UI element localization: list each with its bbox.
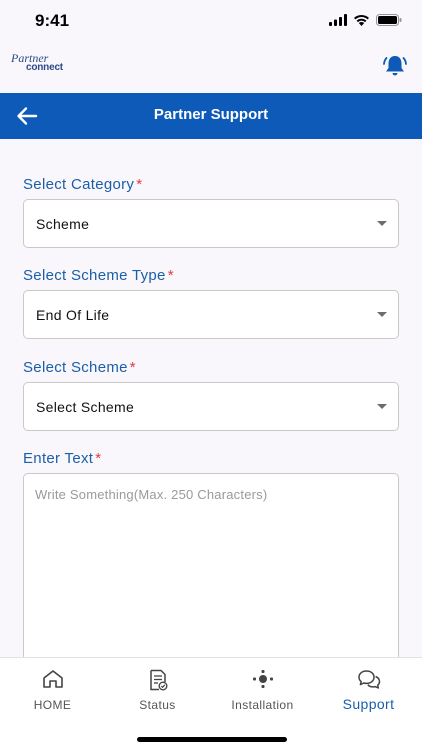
nav-label-status: Status: [139, 698, 176, 712]
support-text-input[interactable]: [23, 473, 399, 661]
scheme-select[interactable]: Select Scheme: [23, 382, 399, 431]
nav-item-home[interactable]: HOME: [0, 658, 105, 718]
scheme-value: Select Scheme: [36, 399, 135, 415]
nav-item-support[interactable]: Support: [316, 658, 421, 718]
wifi-icon: [354, 15, 369, 26]
required-mark: *: [136, 176, 143, 193]
scheme-type-label: Select Scheme Type *: [23, 267, 174, 284]
document-status-icon: [147, 669, 169, 696]
required-mark: *: [129, 359, 136, 376]
app-header: Partner connect: [0, 44, 422, 93]
nav-label-home: HOME: [33, 698, 72, 712]
battery-icon: [376, 14, 402, 26]
nav-label-installation: Installation: [231, 698, 294, 712]
scheme-label-text: Select Scheme: [23, 359, 128, 376]
scheme-type-select[interactable]: End Of Life: [23, 290, 399, 339]
scheme-label: Select Scheme *: [23, 359, 136, 376]
category-select[interactable]: Scheme: [23, 199, 399, 248]
status-icons: [329, 14, 402, 26]
title-bar: Partner Support: [0, 93, 422, 139]
category-value: Scheme: [36, 216, 90, 232]
text-label-text: Enter Text: [23, 450, 94, 467]
chat-bubbles-icon: [357, 669, 381, 696]
partner-connect-logo: Partner connect: [11, 52, 63, 73]
nav-label-support: Support: [342, 696, 395, 712]
dropdown-arrow-icon: [377, 312, 387, 317]
scheme-type-label-text: Select Scheme Type: [23, 267, 166, 284]
category-label: Select Category *: [23, 176, 142, 193]
category-label-text: Select Category: [23, 176, 135, 193]
nav-item-installation[interactable]: Installation: [210, 658, 315, 718]
bell-icon: [383, 56, 407, 76]
required-mark: *: [95, 450, 102, 467]
status-bar: 9:41: [0, 0, 422, 44]
installation-icon: [251, 669, 275, 694]
home-indicator: [137, 737, 287, 742]
nav-item-status[interactable]: Status: [105, 658, 210, 718]
dropdown-arrow-icon: [377, 221, 387, 226]
signal-icon: [329, 14, 347, 26]
status-time: 9:41: [35, 11, 70, 30]
notification-button[interactable]: [382, 54, 408, 83]
dropdown-arrow-icon: [377, 404, 387, 409]
page-title: Partner Support: [153, 106, 269, 123]
scheme-type-value: End Of Life: [36, 307, 110, 323]
required-mark: *: [167, 267, 174, 284]
text-label: Enter Text *: [23, 450, 101, 467]
home-icon: [42, 669, 64, 694]
